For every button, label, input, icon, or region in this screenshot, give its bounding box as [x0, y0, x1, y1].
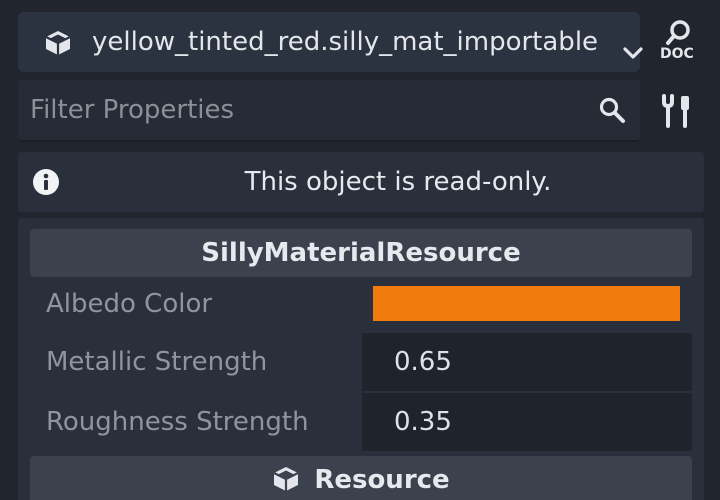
- albedo-color-swatch[interactable]: [373, 286, 680, 321]
- cube-icon: [273, 466, 299, 491]
- roughness-strength-field[interactable]: 0.35: [362, 393, 692, 451]
- property-label: Metallic Strength: [46, 347, 268, 377]
- resource-picker[interactable]: yellow_tinted_red.silly_mat_importable: [18, 12, 643, 72]
- section-title: Resource: [314, 465, 450, 495]
- open-documentation-button[interactable]: DOC: [650, 16, 706, 68]
- read-only-message: This object is read-only.: [244, 167, 552, 197]
- property-value: 0.35: [394, 407, 452, 437]
- chevron-down-icon[interactable]: [622, 46, 644, 60]
- property-value: 0.65: [394, 347, 452, 377]
- object-tools-button[interactable]: [658, 94, 694, 128]
- resource-name: yellow_tinted_red.silly_mat_importable: [92, 27, 599, 57]
- filter-properties-input[interactable]: [30, 80, 590, 140]
- property-label: Albedo Color: [46, 289, 213, 319]
- doc-label: DOC: [660, 46, 694, 62]
- section-header-resource[interactable]: Resource: [30, 456, 692, 500]
- property-label: Roughness Strength: [46, 407, 309, 437]
- filter-properties-field[interactable]: [18, 80, 640, 142]
- read-only-notice: This object is read-only.: [18, 152, 704, 212]
- inspector-panel: SillyMaterialResource Albedo Color Metal…: [18, 218, 704, 500]
- section-header-silly-material-resource[interactable]: SillyMaterialResource: [30, 229, 692, 277]
- property-row-albedo-color: Albedo Color: [30, 275, 692, 333]
- cube-icon: [45, 31, 71, 55]
- property-row-roughness-strength: Roughness Strength 0.35: [30, 393, 692, 451]
- search-icon: [599, 97, 625, 123]
- albedo-color-picker[interactable]: [362, 275, 692, 333]
- wrench-screwdriver-icon: [662, 94, 689, 128]
- property-row-metallic-strength: Metallic Strength 0.65: [30, 333, 692, 391]
- metallic-strength-field[interactable]: 0.65: [362, 333, 692, 391]
